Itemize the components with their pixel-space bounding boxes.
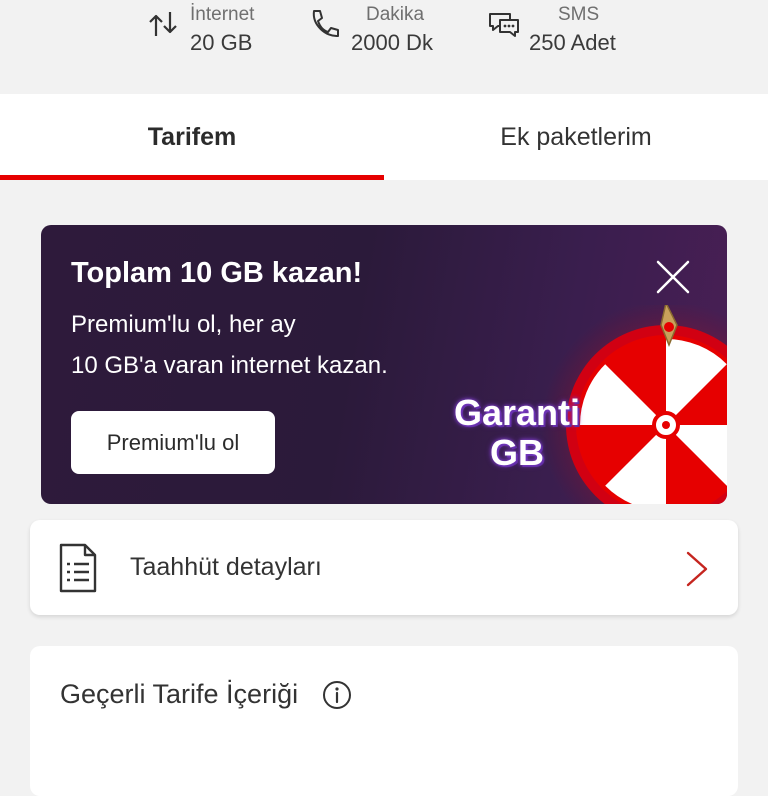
tab-tarifem[interactable]: Tarifem bbox=[0, 94, 384, 180]
minutes-value: 2000 Dk bbox=[351, 30, 433, 55]
usage-summary: İnternet 20 GB Dakika 2000 Dk SMS 250 Ad… bbox=[0, 0, 768, 94]
promo-title: Toplam 10 GB kazan! bbox=[71, 257, 363, 289]
promo-text-line-1: Premium'lu ol, her ay bbox=[71, 311, 296, 338]
gb-text: GB bbox=[490, 432, 544, 473]
usage-sms: SMS 250 Adet bbox=[486, 0, 636, 70]
internet-label: İnternet bbox=[190, 4, 255, 25]
tab-ek-paketlerim[interactable]: Ek paketlerim bbox=[384, 94, 768, 180]
chevron-right-icon bbox=[686, 551, 708, 587]
taahhut-details-row[interactable]: Taahhüt detayları bbox=[30, 520, 738, 615]
promo-text-line-2: 10 GB'a varan internet kazan. bbox=[71, 352, 388, 379]
document-icon bbox=[59, 543, 97, 593]
usage-internet: İnternet 20 GB bbox=[146, 0, 276, 70]
info-icon[interactable] bbox=[322, 680, 352, 710]
tarife-content-card: Geçerli Tarife İçeriği bbox=[30, 646, 738, 796]
garanti-text: Garanti bbox=[453, 392, 581, 433]
data-transfer-icon bbox=[149, 12, 177, 36]
tab-bar: Tarifem Ek paketlerim bbox=[0, 94, 768, 180]
usage-minutes: Dakika 2000 Dk bbox=[306, 0, 446, 70]
tarife-content-title: Geçerli Tarife İçeriği bbox=[60, 679, 299, 709]
phone-icon bbox=[312, 10, 339, 38]
minutes-label: Dakika bbox=[366, 4, 425, 25]
promo-banner[interactable]: Toplam 10 GB kazan! Premium'lu ol, her a… bbox=[41, 225, 727, 504]
internet-value: 20 GB bbox=[190, 30, 253, 55]
sms-chat-icon bbox=[489, 13, 519, 37]
active-tab-indicator bbox=[0, 175, 384, 180]
taahhut-label: Taahhüt detayları bbox=[130, 553, 322, 581]
close-icon[interactable] bbox=[655, 259, 691, 295]
premium-button[interactable]: Premium'lu ol bbox=[71, 411, 275, 474]
sms-label: SMS bbox=[558, 4, 600, 25]
garanti-gb-art-text: Garanti GB bbox=[443, 393, 591, 473]
sms-value: 250 Adet bbox=[529, 30, 616, 55]
